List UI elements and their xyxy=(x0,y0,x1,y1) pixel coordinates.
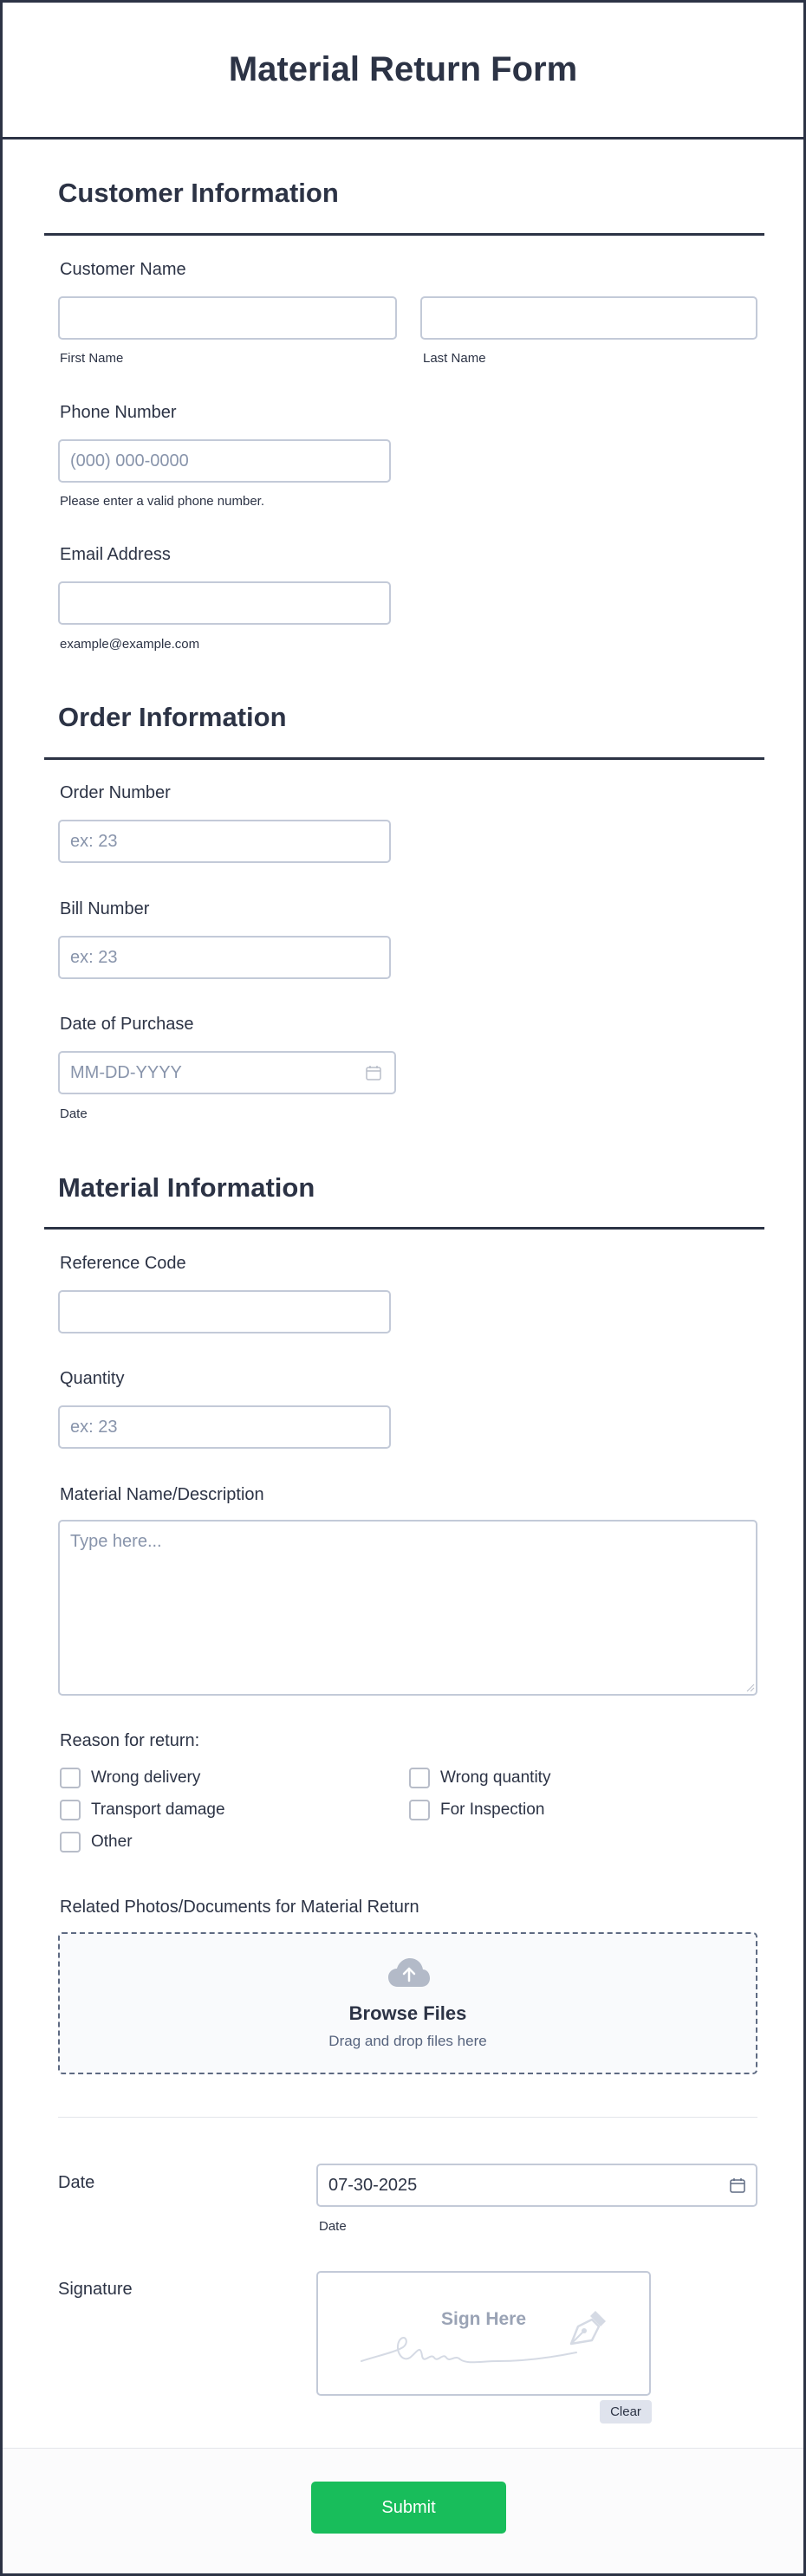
purchase-date-sublabel: Date xyxy=(60,1106,88,1121)
signoff-date-sublabel: Date xyxy=(319,2219,347,2234)
checkbox-for-inspection[interactable] xyxy=(409,1800,430,1820)
section-title-order: Order Information xyxy=(58,702,287,732)
signature-pad[interactable]: Sign Here xyxy=(316,2271,651,2396)
form-title: Material Return Form xyxy=(228,50,578,88)
file-dropzone[interactable]: Browse Files Drag and drop files here xyxy=(58,1932,757,2074)
form-header: Material Return Form xyxy=(3,3,803,140)
last-name-sublabel: Last Name xyxy=(423,351,486,366)
section-divider-signoff xyxy=(58,2117,757,2118)
checkbox-transport-damage[interactable] xyxy=(60,1800,81,1820)
customer-name-label: Customer Name xyxy=(60,260,186,279)
bill-number-label: Bill Number xyxy=(60,899,150,918)
quantity-input[interactable] xyxy=(58,1405,391,1449)
quantity-label: Quantity xyxy=(60,1369,125,1388)
section-title-material: Material Information xyxy=(58,1172,315,1203)
section-divider-order xyxy=(44,757,764,760)
signature-label: Signature xyxy=(58,2280,133,2299)
bill-number-input[interactable] xyxy=(58,936,391,979)
signoff-date-label: Date xyxy=(58,2173,95,2192)
checkbox-label-transport-damage[interactable]: Transport damage xyxy=(91,1801,225,1820)
pen-nib-icon xyxy=(569,2311,606,2346)
email-address-hint: example@example.com xyxy=(60,637,200,652)
email-address-label: Email Address xyxy=(60,545,171,564)
checkbox-other[interactable] xyxy=(60,1832,81,1853)
checkbox-label-other[interactable]: Other xyxy=(91,1833,133,1852)
purchase-date-input[interactable] xyxy=(58,1051,396,1094)
checkbox-label-for-inspection[interactable]: For Inspection xyxy=(440,1801,544,1820)
material-description-textarea[interactable] xyxy=(58,1520,757,1696)
section-divider-customer xyxy=(44,233,764,236)
drag-drop-hint: Drag and drop files here xyxy=(328,2033,487,2049)
reason-for-return-label: Reason for return: xyxy=(60,1731,200,1750)
form-footer: Submit xyxy=(3,2448,803,2573)
phone-number-label: Phone Number xyxy=(60,403,177,422)
first-name-input[interactable] xyxy=(58,296,397,340)
upload-label: Related Photos/Documents for Material Re… xyxy=(60,1898,419,1917)
section-title-customer: Customer Information xyxy=(58,178,339,208)
first-name-sublabel: First Name xyxy=(60,351,124,366)
order-number-label: Order Number xyxy=(60,783,171,802)
reference-code-label: Reference Code xyxy=(60,1254,186,1273)
checkbox-wrong-delivery[interactable] xyxy=(60,1768,81,1788)
signoff-date-input[interactable] xyxy=(316,2164,757,2207)
phone-number-hint: Please enter a valid phone number. xyxy=(60,494,264,509)
last-name-input[interactable] xyxy=(420,296,757,340)
reference-code-input[interactable] xyxy=(58,1290,391,1333)
section-divider-material xyxy=(44,1227,764,1230)
calendar-icon[interactable] xyxy=(729,2177,746,2194)
calendar-icon[interactable] xyxy=(365,1064,382,1081)
purchase-date-label: Date of Purchase xyxy=(60,1015,194,1034)
form-frame: Material Return Form Customer Informatio… xyxy=(0,0,806,2576)
clear-signature-button[interactable]: Clear xyxy=(600,2400,652,2424)
email-address-input[interactable] xyxy=(58,581,391,625)
resize-handle-icon[interactable] xyxy=(744,1682,755,1692)
checkbox-label-wrong-delivery[interactable]: Wrong delivery xyxy=(91,1768,200,1788)
phone-number-input[interactable] xyxy=(58,439,391,483)
checkbox-label-wrong-quantity[interactable]: Wrong quantity xyxy=(440,1768,550,1788)
cloud-upload-icon xyxy=(388,1958,430,1987)
browse-files-title[interactable]: Browse Files xyxy=(60,2002,756,2025)
material-description-label: Material Name/Description xyxy=(60,1485,264,1504)
checkbox-wrong-quantity[interactable] xyxy=(409,1768,430,1788)
submit-button[interactable]: Submit xyxy=(311,2482,506,2534)
order-number-input[interactable] xyxy=(58,820,391,863)
